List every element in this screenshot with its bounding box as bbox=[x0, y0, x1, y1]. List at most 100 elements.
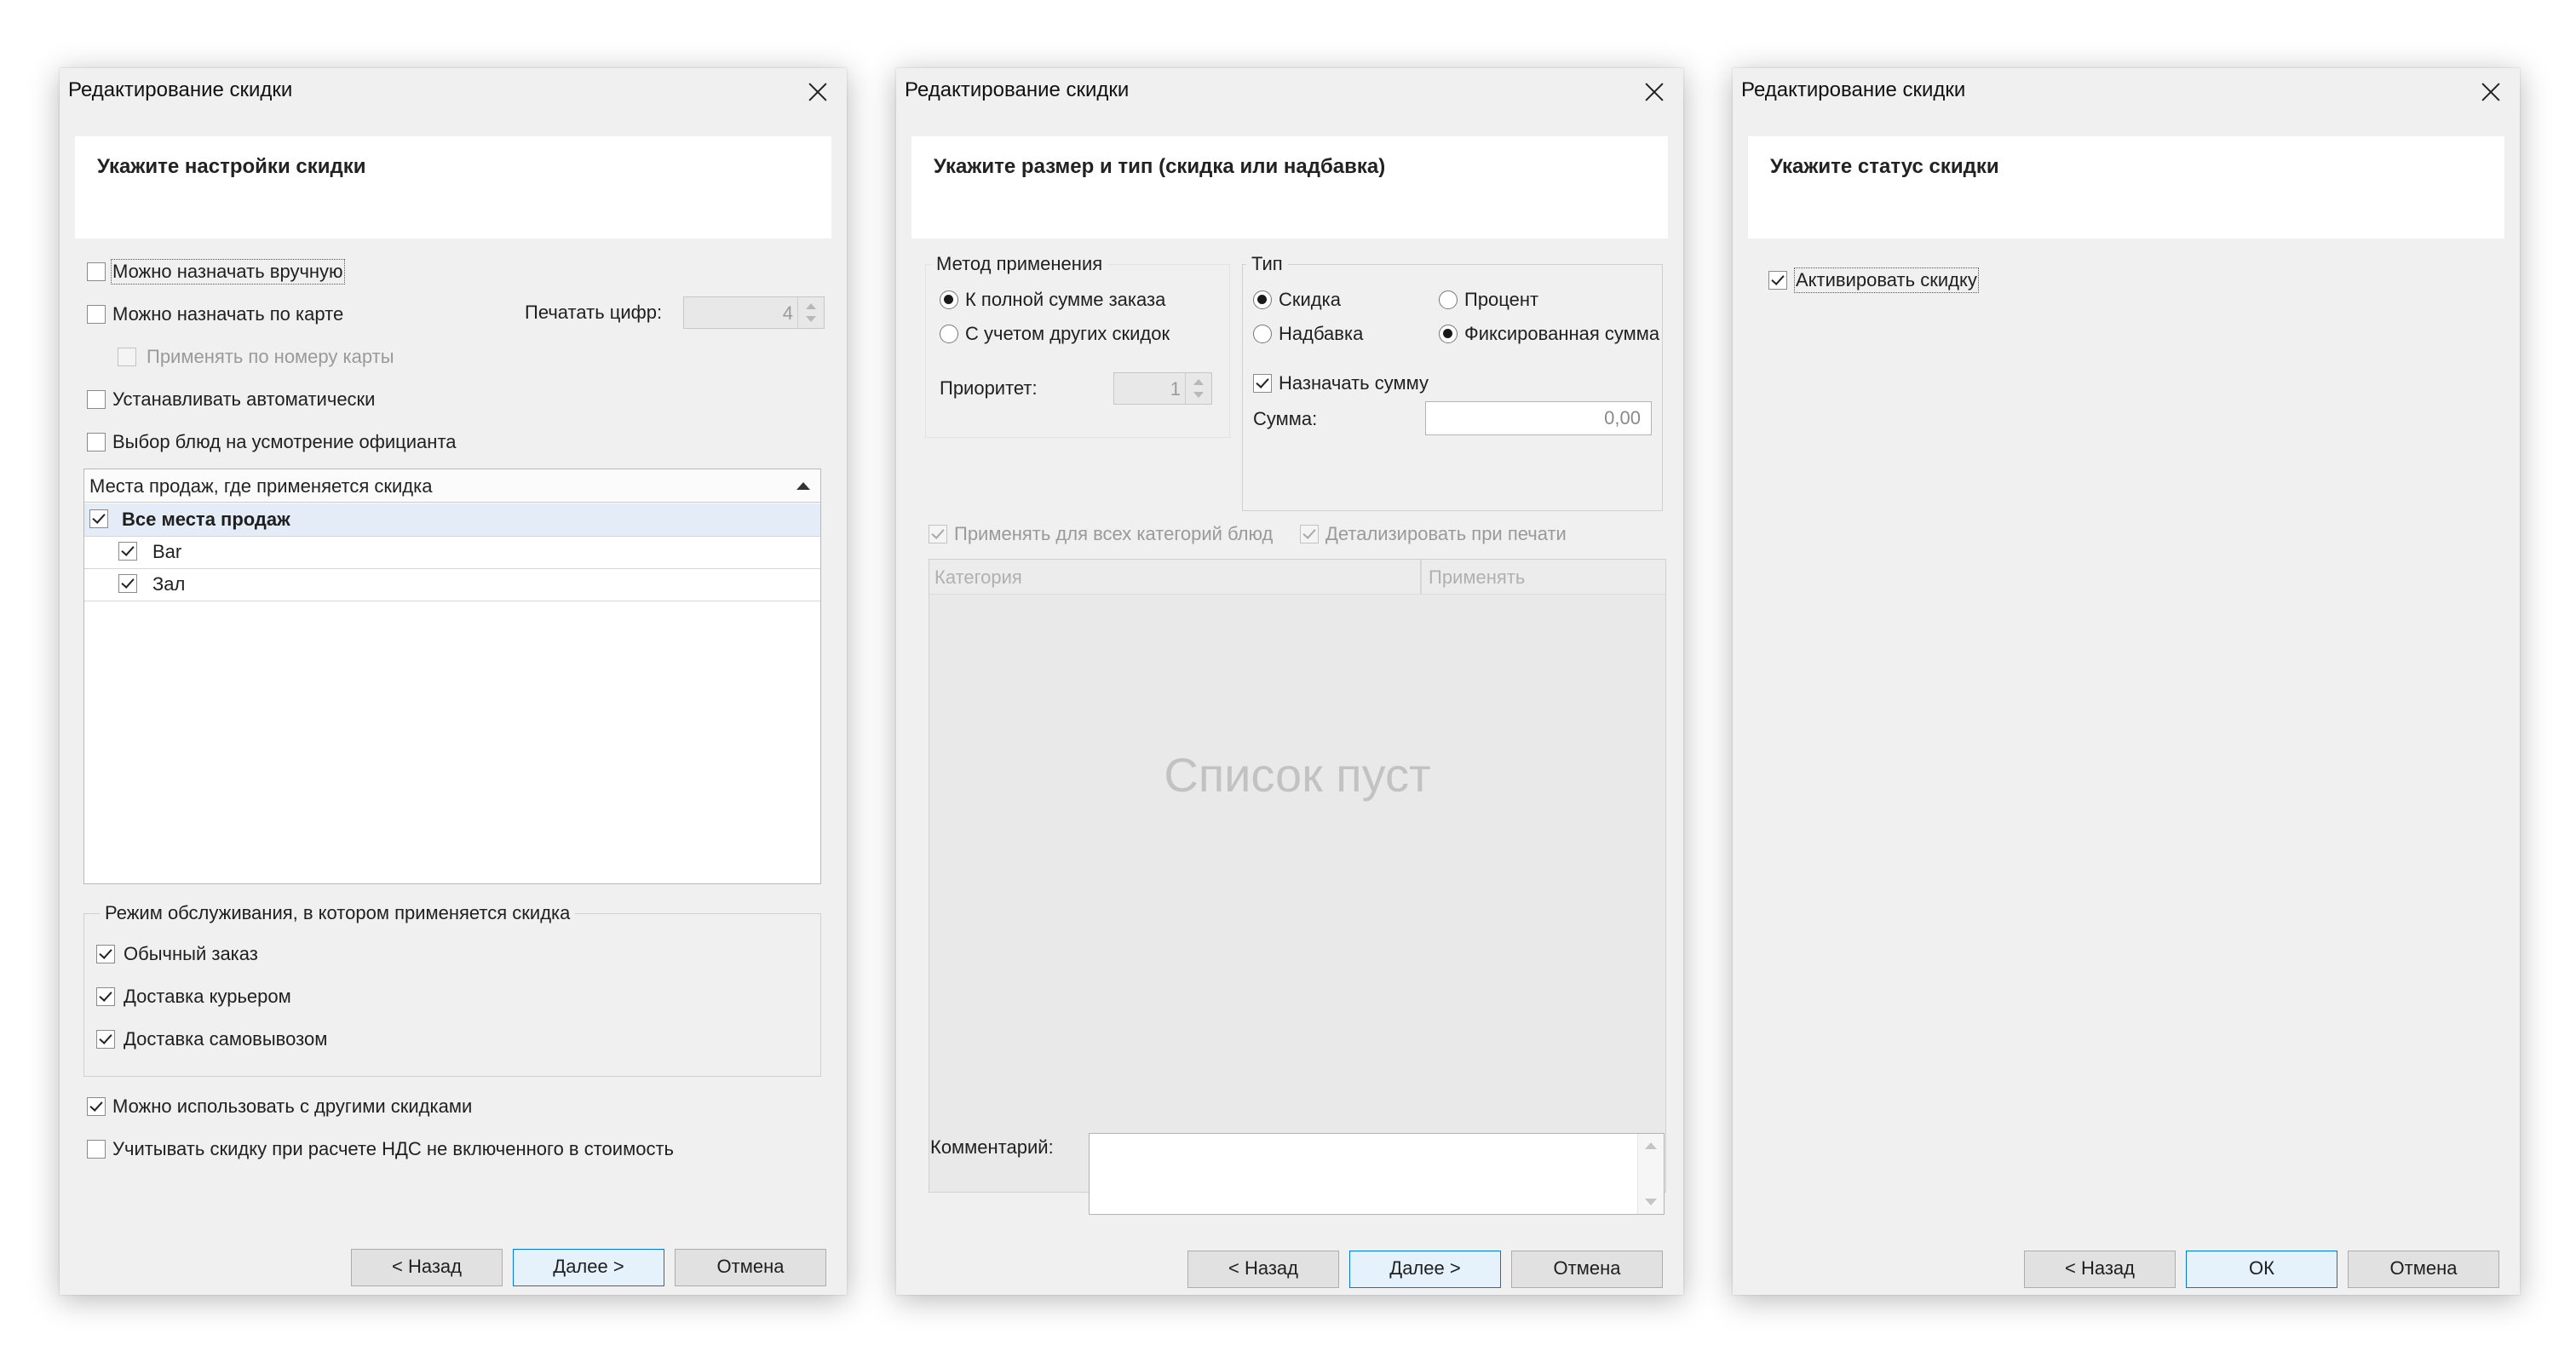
close-icon[interactable] bbox=[2474, 75, 2508, 109]
tree-row-all[interactable]: Все места продаж bbox=[84, 503, 820, 537]
sort-arrow-icon[interactable] bbox=[796, 482, 810, 490]
col-category[interactable]: Категория bbox=[934, 566, 1022, 589]
tree-row-hall[interactable]: Зал bbox=[84, 568, 820, 601]
dialog-discount-size-type: Редактирование скидки Укажите размер и т… bbox=[896, 68, 1683, 1295]
method-group: Метод применения К полной сумме заказа С… bbox=[925, 253, 1230, 438]
service-mode-group: Режим обслуживания, в котором применяетс… bbox=[83, 902, 821, 1077]
waiter-choice-checkbox[interactable] bbox=[87, 433, 106, 451]
hall-checkbox[interactable] bbox=[118, 574, 137, 593]
auto-checkbox[interactable] bbox=[87, 390, 106, 409]
print-digits-stepper[interactable]: 4 bbox=[683, 296, 825, 329]
spin-buttons[interactable] bbox=[797, 297, 824, 328]
priority-stepper[interactable]: 1 bbox=[1113, 372, 1212, 405]
sum-value: 0,00 bbox=[1604, 407, 1641, 428]
scroll-down-icon[interactable] bbox=[1645, 1199, 1657, 1205]
print-digits-value: 4 bbox=[782, 302, 793, 324]
close-icon[interactable] bbox=[801, 75, 835, 109]
col-apply[interactable]: Применять bbox=[1429, 566, 1525, 589]
comment-textarea[interactable] bbox=[1089, 1133, 1665, 1215]
apply-all-categories-checkbox[interactable] bbox=[929, 525, 947, 543]
type-markup-label[interactable]: Надбавка bbox=[1279, 323, 1363, 345]
method-others-label[interactable]: С учетом других скидок bbox=[965, 323, 1170, 345]
next-button[interactable]: Далее > bbox=[1349, 1251, 1501, 1288]
close-icon[interactable] bbox=[1637, 75, 1671, 109]
method-full-radio[interactable] bbox=[940, 290, 958, 309]
apply-all-categories-label: Применять для всех категорий блюд bbox=[954, 523, 1274, 544]
wizard-header: Укажите статус скидки bbox=[1748, 136, 2504, 239]
type-discount-radio[interactable] bbox=[1253, 290, 1272, 309]
manual-label[interactable]: Можно назначать вручную bbox=[111, 259, 345, 285]
detail-print-checkbox[interactable] bbox=[1300, 525, 1319, 543]
vat-label[interactable]: Учитывать скидку при расчете НДС не вклю… bbox=[112, 1138, 674, 1160]
grid-header: Категория Применять bbox=[929, 560, 1665, 595]
combine-label[interactable]: Можно использовать с другими скидками bbox=[112, 1096, 472, 1118]
sum-input[interactable]: 0,00 bbox=[1425, 401, 1652, 435]
type-percent-radio[interactable] bbox=[1439, 290, 1458, 309]
by-card-number-checkbox[interactable] bbox=[118, 348, 136, 366]
tree-row-bar[interactable]: Bar bbox=[84, 536, 820, 569]
by-card-checkbox[interactable] bbox=[87, 305, 106, 324]
waiter-choice-label[interactable]: Выбор блюд на усмотрение официанта bbox=[112, 431, 457, 453]
by-card-number-label: Применять по номеру карты bbox=[147, 346, 394, 367]
back-button[interactable]: < Назад bbox=[2024, 1251, 2176, 1288]
tree-header[interactable]: Места продаж, где применяется скидка bbox=[84, 469, 820, 503]
sum-label: Сумма: bbox=[1253, 408, 1318, 429]
wizard-header-text: Укажите статус скидки bbox=[1770, 155, 1999, 178]
service-regular-label[interactable]: Обычный заказ bbox=[124, 943, 258, 965]
cancel-button[interactable]: Отмена bbox=[2348, 1251, 2499, 1288]
column-separator bbox=[1420, 560, 1422, 594]
cancel-button[interactable]: Отмена bbox=[1511, 1251, 1663, 1288]
wizard-header-text: Укажите размер и тип (скидка или надбавк… bbox=[934, 155, 1386, 178]
type-fixed-radio[interactable] bbox=[1439, 325, 1458, 343]
by-card-label[interactable]: Можно назначать по карте bbox=[112, 303, 343, 325]
type-fixed-label[interactable]: Фиксированная сумма bbox=[1464, 323, 1659, 345]
scroll-up-icon[interactable] bbox=[1645, 1142, 1657, 1149]
manual-checkbox[interactable] bbox=[87, 262, 106, 281]
bar-label: Bar bbox=[152, 541, 182, 562]
auto-label[interactable]: Устанавливать автоматически bbox=[112, 388, 375, 411]
next-button[interactable]: Далее > bbox=[513, 1249, 664, 1286]
type-discount-label[interactable]: Скидка bbox=[1279, 289, 1341, 311]
service-courier-label[interactable]: Доставка курьером bbox=[124, 986, 291, 1008]
assign-sum-label[interactable]: Назначать сумму bbox=[1279, 372, 1429, 394]
ok-button[interactable]: ОК bbox=[2186, 1251, 2337, 1288]
activate-label[interactable]: Активировать скидку bbox=[1794, 267, 1979, 293]
bar-checkbox[interactable] bbox=[118, 542, 137, 561]
wizard-header-text: Укажите настройки скидки bbox=[97, 155, 366, 178]
all-places-checkbox[interactable] bbox=[89, 509, 108, 528]
vat-checkbox[interactable] bbox=[87, 1140, 106, 1159]
method-full-label[interactable]: К полной сумме заказа bbox=[965, 289, 1165, 311]
method-others-radio[interactable] bbox=[940, 325, 958, 343]
print-digits-label: Печатать цифр: bbox=[525, 302, 663, 323]
spin-down-icon[interactable] bbox=[806, 316, 816, 322]
dialog-title: Редактирование скидки bbox=[1741, 78, 1966, 101]
sales-places-tree[interactable]: Места продаж, где применяется скидка Все… bbox=[83, 469, 821, 884]
category-grid[interactable]: Категория Применять Список пуст bbox=[929, 559, 1666, 1193]
assign-sum-checkbox[interactable] bbox=[1253, 374, 1272, 393]
back-button[interactable]: < Назад bbox=[1187, 1251, 1339, 1288]
spin-up-icon[interactable] bbox=[1193, 379, 1204, 385]
combine-checkbox[interactable] bbox=[87, 1097, 106, 1116]
dialog-discount-settings: Редактирование скидки Укажите настройки … bbox=[60, 68, 847, 1295]
activate-checkbox[interactable] bbox=[1768, 271, 1787, 290]
cancel-button[interactable]: Отмена bbox=[675, 1249, 826, 1286]
wizard-header: Укажите настройки скидки bbox=[75, 136, 831, 239]
type-percent-label[interactable]: Процент bbox=[1464, 289, 1538, 311]
empty-list-text: Список пуст bbox=[1164, 748, 1431, 802]
spin-up-icon[interactable] bbox=[806, 303, 816, 309]
comment-scrollbar[interactable] bbox=[1637, 1134, 1664, 1214]
service-mode-group-label: Режим обслуживания, в котором применяетс… bbox=[100, 902, 576, 924]
type-group: Тип Скидка Процент Надбавка Фиксированна… bbox=[1242, 253, 1663, 511]
spin-buttons[interactable] bbox=[1185, 373, 1211, 404]
service-pickup-label[interactable]: Доставка самовывозом bbox=[124, 1028, 327, 1050]
service-courier-checkbox[interactable] bbox=[96, 987, 115, 1006]
spin-down-icon[interactable] bbox=[1193, 392, 1204, 398]
service-regular-checkbox[interactable] bbox=[96, 945, 115, 963]
dialog-title: Редактирование скидки bbox=[68, 78, 293, 101]
type-group-label: Тип bbox=[1246, 253, 1288, 275]
type-markup-radio[interactable] bbox=[1253, 325, 1272, 343]
back-button[interactable]: < Назад bbox=[351, 1249, 503, 1286]
service-pickup-checkbox[interactable] bbox=[96, 1030, 115, 1049]
detail-print-label: Детализировать при печати bbox=[1325, 523, 1567, 544]
dialog-discount-status: Редактирование скидки Укажите статус ски… bbox=[1733, 68, 2520, 1295]
